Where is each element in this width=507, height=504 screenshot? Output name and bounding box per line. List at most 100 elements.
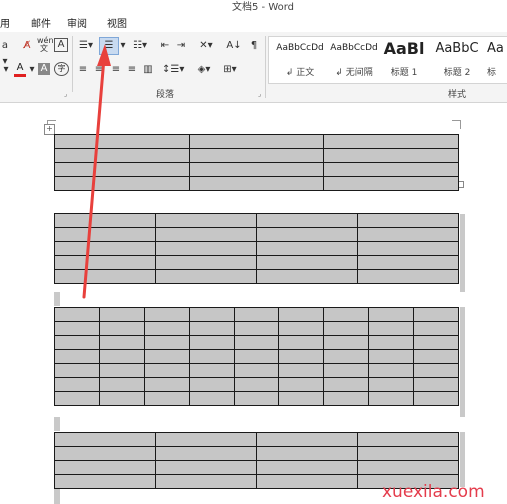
highlight-color-icon[interactable]: ▾	[0, 62, 12, 78]
align-left-icon[interactable]: ≡	[77, 62, 89, 78]
table-cell[interactable]	[357, 241, 459, 256]
table-cell[interactable]	[323, 377, 370, 392]
table-cell[interactable]	[323, 391, 370, 406]
table-cell[interactable]	[54, 176, 190, 191]
table-cell[interactable]	[54, 134, 190, 149]
table-cell[interactable]	[278, 363, 325, 378]
table-cell[interactable]	[143, 335, 190, 350]
table-cell[interactable]	[188, 176, 325, 191]
table-cell[interactable]	[323, 335, 370, 350]
table-cell[interactable]	[98, 377, 145, 392]
table-cell[interactable]	[155, 255, 257, 270]
justify-icon[interactable]: ≡	[126, 62, 138, 78]
table-cell[interactable]	[155, 269, 257, 284]
table-cell[interactable]	[98, 391, 145, 406]
increase-indent-icon[interactable]: ⇥	[174, 38, 188, 54]
table-cell[interactable]	[155, 227, 257, 242]
menu-item-mailings[interactable]: 邮件	[31, 15, 51, 30]
table-cell[interactable]	[233, 377, 280, 392]
sort-icon[interactable]: A↓	[226, 38, 242, 54]
table-cell[interactable]	[278, 307, 325, 322]
table-cell[interactable]	[143, 321, 190, 336]
style-heading-2[interactable]: AaBbC 标题 2	[429, 37, 485, 83]
chinese-layout-icon[interactable]: ✕▾	[196, 38, 216, 54]
clear-format-icon[interactable]: A̸	[20, 38, 34, 54]
table-cell[interactable]	[188, 321, 235, 336]
table-2[interactable]	[54, 213, 459, 284]
table-cell[interactable]	[233, 321, 280, 336]
align-center-icon[interactable]: ≡	[93, 62, 105, 78]
font-color-icon[interactable]: A	[14, 62, 26, 77]
table-cell[interactable]	[368, 391, 414, 406]
table-cell[interactable]	[188, 148, 325, 163]
table-cell[interactable]	[278, 321, 325, 336]
table-cell[interactable]	[368, 307, 414, 322]
multilevel-list-icon[interactable]: ☷▾	[130, 38, 150, 54]
table-cell[interactable]	[155, 241, 257, 256]
font-color-dropdown-icon[interactable]: ▾	[28, 62, 36, 78]
font-dialog-launcher-icon[interactable]: ⌟	[64, 90, 67, 98]
table-cell[interactable]	[54, 241, 156, 256]
table-cell[interactable]	[54, 391, 100, 406]
table-cell[interactable]	[368, 349, 414, 364]
table-cell[interactable]	[155, 446, 257, 461]
table-cell[interactable]	[54, 227, 156, 242]
table-cell[interactable]	[188, 134, 325, 149]
table-cell[interactable]	[54, 432, 156, 447]
table-cell[interactable]	[188, 349, 235, 364]
numbering-icon[interactable]: ☰	[99, 37, 119, 55]
table-cell[interactable]	[256, 227, 358, 242]
table-cell[interactable]	[233, 307, 280, 322]
distributed-icon[interactable]: ▥	[142, 62, 154, 78]
character-border-icon[interactable]: A	[54, 38, 68, 52]
bullets-icon[interactable]: ☰▾	[77, 38, 95, 54]
table-cell[interactable]	[54, 255, 156, 270]
menu-item-use[interactable]: 用	[0, 15, 10, 30]
table-cell[interactable]	[98, 307, 145, 322]
table-cell[interactable]	[54, 162, 190, 177]
table-cell[interactable]	[188, 363, 235, 378]
table-cell[interactable]	[143, 377, 190, 392]
table-cell[interactable]	[323, 134, 459, 149]
style-normal[interactable]: AaBbCcDd ↲ 正文	[273, 37, 327, 83]
paragraph-dialog-launcher-icon[interactable]: ⌟	[258, 90, 261, 98]
table-cell[interactable]	[323, 162, 459, 177]
enclose-characters-icon[interactable]: 字	[54, 62, 69, 76]
table-cell[interactable]	[357, 213, 459, 228]
table-cell[interactable]	[323, 363, 370, 378]
table-cell[interactable]	[413, 335, 459, 350]
table-cell[interactable]	[413, 307, 459, 322]
table-cell[interactable]	[357, 227, 459, 242]
table-cell[interactable]	[54, 474, 156, 489]
table-cell[interactable]	[357, 460, 459, 475]
table-cell[interactable]	[54, 335, 100, 350]
table-cell[interactable]	[323, 148, 459, 163]
table-cell[interactable]	[54, 307, 100, 322]
table-cell[interactable]	[54, 363, 100, 378]
shading-icon[interactable]: ◈▾	[194, 62, 214, 78]
table-cell[interactable]	[54, 213, 156, 228]
table-cell[interactable]	[98, 363, 145, 378]
table-cell[interactable]	[233, 363, 280, 378]
table-cell[interactable]	[323, 349, 370, 364]
line-spacing-icon[interactable]: ↕☰▾	[162, 62, 184, 78]
table-cell[interactable]	[256, 474, 358, 489]
table-cell[interactable]	[155, 460, 257, 475]
table-cell[interactable]	[256, 432, 358, 447]
table-cell[interactable]	[256, 213, 358, 228]
table-cell[interactable]	[256, 255, 358, 270]
style-no-spacing[interactable]: AaBbCcDd ↲ 无间隔	[327, 37, 381, 83]
table-cell[interactable]	[188, 307, 235, 322]
table-cell[interactable]	[143, 307, 190, 322]
borders-icon[interactable]: ⊞▾	[220, 62, 240, 78]
table-cell[interactable]	[188, 335, 235, 350]
table-cell[interactable]	[54, 377, 100, 392]
align-right-icon[interactable]: ≡	[110, 62, 122, 78]
table-1[interactable]	[54, 134, 459, 191]
table-cell[interactable]	[357, 446, 459, 461]
table-cell[interactable]	[98, 335, 145, 350]
font-size-dropdown-icon[interactable]: a ▾	[0, 38, 10, 67]
table-cell[interactable]	[54, 349, 100, 364]
table-cell[interactable]	[357, 432, 459, 447]
phonetic-guide-icon[interactable]: wén 文	[37, 37, 54, 53]
